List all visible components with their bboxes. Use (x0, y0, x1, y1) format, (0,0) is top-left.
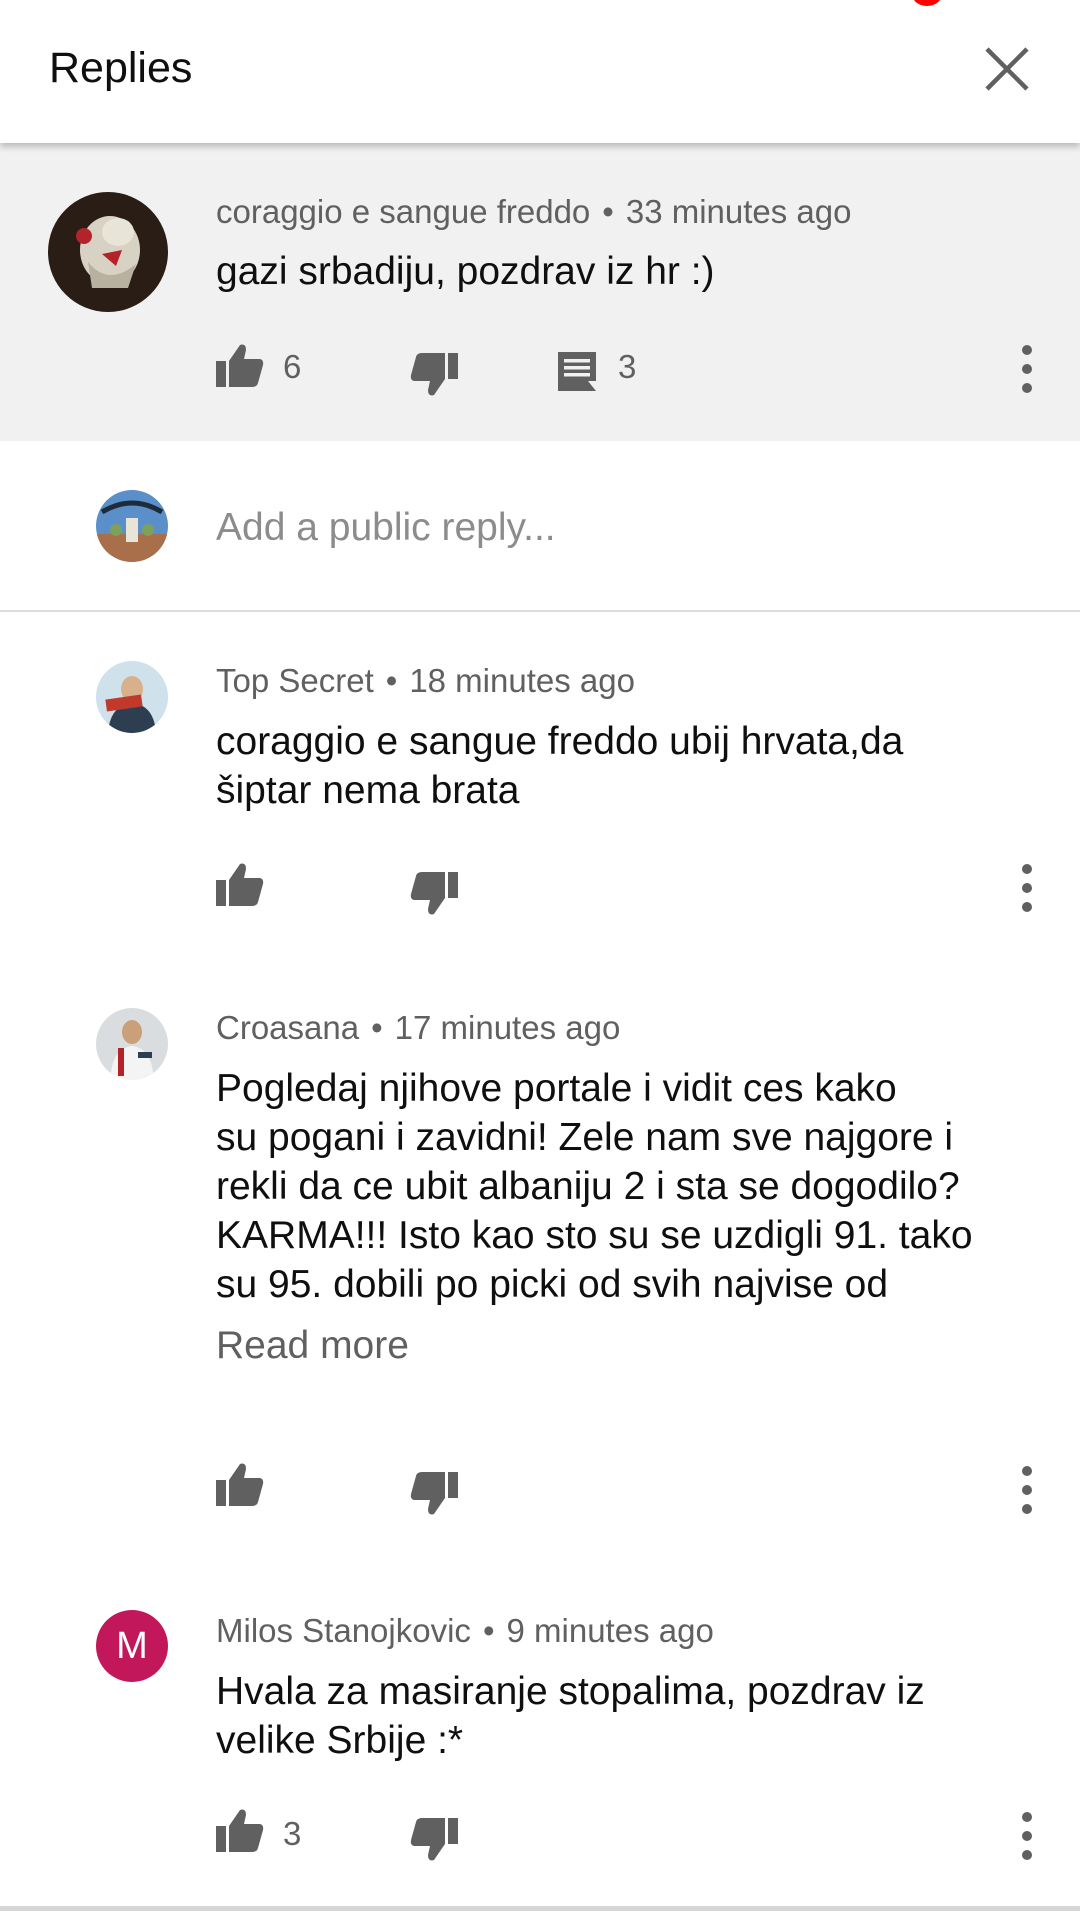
reply-count: 3 (618, 348, 637, 385)
replies-panel: Replies coraggio e sangue freddo • 33 minu… (0, 0, 1080, 1911)
avatar[interactable] (96, 661, 168, 733)
comment-meta: Croasana • 17 minutes ago (216, 1009, 621, 1046)
more-vert-icon (1022, 1466, 1032, 1514)
thumb-down-icon (410, 353, 458, 396)
comment-text: coraggio e sangue freddo ubij hrvata,da … (216, 720, 904, 812)
parent-comment: coraggio e sangue freddo • 33 minutes ago … (0, 143, 1080, 441)
comment-time: 18 minutes ago (409, 662, 635, 699)
like-count: 3 (283, 1815, 302, 1852)
reply-input[interactable] (216, 503, 1016, 553)
comment-meta: Top Secret • 18 minutes ago (216, 662, 635, 699)
current-user-avatar (96, 490, 168, 562)
close-button[interactable] (975, 37, 1039, 101)
like-button[interactable] (216, 343, 264, 387)
comment-time: 17 minutes ago (394, 1009, 621, 1046)
like-button[interactable] (216, 1808, 264, 1852)
comment-author[interactable]: coraggio e sangue freddo (216, 193, 590, 230)
close-icon (985, 47, 1029, 91)
comment-author[interactable]: Top Secret (216, 662, 374, 699)
dislike-button[interactable] (410, 1818, 458, 1862)
read-more-link[interactable]: Read more (216, 1322, 409, 1370)
replies-header: Replies (0, 0, 1080, 143)
reply-count-button[interactable] (555, 349, 599, 393)
thumb-down-icon (410, 872, 458, 915)
more-vert-icon (1022, 1812, 1032, 1860)
thumb-up-icon (216, 1463, 264, 1506)
comment-time: 9 minutes ago (506, 1612, 714, 1649)
more-options-button[interactable] (1007, 1806, 1047, 1866)
more-options-button[interactable] (1007, 858, 1047, 918)
comment-meta: coraggio e sangue freddo • 33 minutes ago (216, 193, 852, 230)
like-count: 6 (283, 348, 302, 385)
like-button[interactable] (216, 1462, 264, 1506)
comment-author[interactable]: Milos Stanojkovic (216, 1612, 471, 1649)
notification-dot (912, 0, 942, 6)
avatar[interactable] (96, 1008, 168, 1080)
divider (0, 1906, 1080, 1911)
page-title: Replies (49, 44, 193, 92)
dislike-button[interactable] (410, 353, 458, 397)
dislike-button[interactable] (410, 872, 458, 916)
thumb-up-icon (216, 863, 264, 906)
more-vert-icon (1022, 345, 1032, 393)
more-options-button[interactable] (1007, 339, 1047, 399)
comment-time: 33 minutes ago (625, 193, 852, 230)
comment-meta: Milos Stanojkovic • 9 minutes ago (216, 1612, 714, 1649)
more-options-button[interactable] (1007, 1460, 1047, 1520)
thumb-up-icon (216, 1809, 264, 1852)
more-vert-icon (1022, 864, 1032, 912)
dislike-button[interactable] (410, 1472, 458, 1516)
thumb-down-icon (410, 1818, 458, 1861)
comment-author[interactable]: Croasana (216, 1009, 359, 1046)
comment-icon (558, 352, 596, 391)
comment-text: gazi srbadiju, pozdrav iz hr :) (216, 250, 715, 293)
thumb-down-icon (410, 1472, 458, 1515)
like-button[interactable] (216, 862, 264, 906)
comment-text: Pogledaj njihove portale i vidit ces kak… (216, 1067, 973, 1306)
comment-text: Hvala za masiranje stopalima, pozdrav iz… (216, 1670, 925, 1762)
thumb-up-icon (216, 344, 264, 387)
avatar[interactable]: M (96, 1610, 168, 1682)
avatar[interactable] (48, 192, 168, 312)
reply-box (0, 441, 1080, 612)
